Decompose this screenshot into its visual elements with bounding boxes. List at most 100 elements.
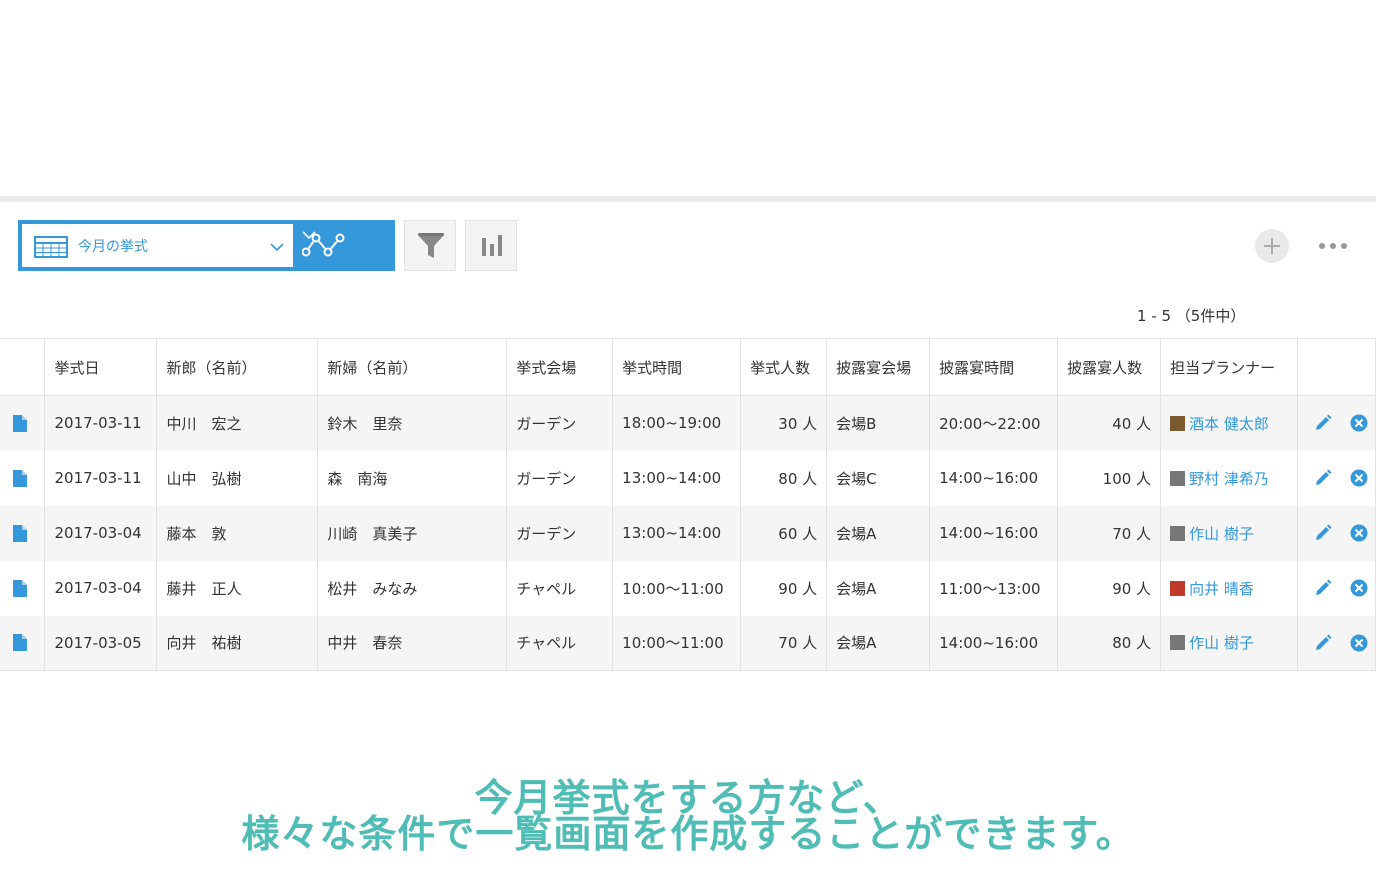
add-record-button[interactable]	[1255, 229, 1289, 263]
delete-icon[interactable]	[1350, 579, 1368, 597]
chevron-down-icon	[302, 231, 316, 240]
avatar	[1170, 580, 1186, 596]
column-header[interactable]: 挙式日	[44, 338, 158, 396]
planner-name[interactable]: 作山 樹子	[1189, 634, 1254, 652]
cell-time: 13:00~14:00	[612, 450, 742, 506]
planner-name[interactable]: 向井 晴香	[1189, 580, 1254, 598]
filter-button[interactable]	[404, 220, 456, 271]
cell-bride: 森 南海	[317, 450, 508, 506]
planner-name[interactable]: 酒本 健太郎	[1189, 415, 1269, 433]
column-header[interactable]: 挙式時間	[612, 338, 742, 396]
cell-groom: 山中 弘樹	[156, 450, 319, 506]
detail-cell[interactable]	[0, 505, 46, 561]
avatar	[1170, 470, 1186, 486]
document-icon[interactable]	[13, 414, 27, 432]
cell-groom: 向井 祐樹	[156, 615, 319, 671]
cell-planner[interactable]: 向井 晴香	[1160, 560, 1299, 616]
records-table: 挙式日 新郎（名前） 新婦（名前） 挙式会場 挙式時間 挙式人数 披露宴会場 披…	[0, 338, 1376, 671]
detail-cell[interactable]	[0, 560, 46, 616]
cell-time: 10:00～11:00	[612, 615, 742, 671]
view-selector[interactable]: 今月の挙式	[18, 220, 294, 271]
row-actions	[1297, 450, 1376, 506]
cell-reception-time: 20:00～22:00	[929, 395, 1059, 451]
column-header[interactable]: 挙式会場	[506, 338, 614, 396]
cell-venue: ガーデン	[506, 395, 614, 451]
column-header[interactable]: 新婦（名前）	[317, 338, 508, 396]
cell-time: 10:00～11:00	[612, 560, 742, 616]
pencil-icon[interactable]	[1314, 634, 1332, 652]
cell-bride: 鈴木 里奈	[317, 395, 508, 451]
pencil-icon[interactable]	[1314, 524, 1332, 542]
top-separator	[0, 196, 1376, 202]
table-icon	[34, 236, 68, 258]
pencil-icon[interactable]	[1314, 469, 1332, 487]
cell-reception-venue: 会場A	[826, 505, 931, 561]
document-icon[interactable]	[13, 469, 27, 487]
cell-time: 18:00~19:00	[612, 395, 742, 451]
cell-bride: 中井 春奈	[317, 615, 508, 671]
row-actions	[1297, 505, 1376, 561]
cell-venue: ガーデン	[506, 450, 614, 506]
cell-groom: 中川 宏之	[156, 395, 319, 451]
planner-name[interactable]: 作山 樹子	[1189, 525, 1254, 543]
cell-reception-venue: 会場A	[826, 560, 931, 616]
column-header[interactable]: 披露宴会場	[826, 338, 931, 396]
view-name: 今月の挙式	[78, 239, 148, 255]
cell-reception-venue: 会場A	[826, 615, 931, 671]
cell-venue: チャペル	[506, 615, 614, 671]
cell-reception-time: 14:00~16:00	[929, 505, 1059, 561]
table-row: 2017-03-05 向井 祐樹 中井 春奈 チャペル 10:00～11:00 …	[0, 615, 1376, 671]
cell-groom: 藤本 敦	[156, 505, 319, 561]
pencil-icon[interactable]	[1314, 579, 1332, 597]
delete-icon[interactable]	[1350, 634, 1368, 652]
cell-planner[interactable]: 作山 樹子	[1160, 615, 1299, 671]
cell-reception-time: 14:00~16:00	[929, 615, 1059, 671]
column-header[interactable]: 新郎（名前）	[156, 338, 319, 396]
document-icon[interactable]	[13, 579, 27, 597]
detail-cell[interactable]	[0, 395, 46, 451]
cell-reception-guests: 40 人	[1057, 395, 1162, 451]
row-actions	[1297, 395, 1376, 451]
table-row: 2017-03-04 藤本 敦 川崎 真美子 ガーデン 13:00~14:00 …	[0, 505, 1376, 561]
cell-reception-guests: 80 人	[1057, 615, 1162, 671]
detail-cell[interactable]	[0, 615, 46, 671]
chevron-down-icon[interactable]	[270, 242, 284, 252]
delete-icon[interactable]	[1350, 469, 1368, 487]
cell-planner[interactable]: 酒本 健太郎	[1160, 395, 1299, 451]
plus-icon	[1264, 238, 1280, 254]
graph-view-button[interactable]	[294, 220, 395, 271]
table-row: 2017-03-04 藤井 正人 松井 みなみ チャペル 10:00～11:00…	[0, 560, 1376, 616]
cell-venue: チャペル	[506, 560, 614, 616]
more-dots-icon[interactable]	[1318, 240, 1348, 252]
cell-date: 2017-03-05	[44, 615, 158, 671]
pencil-icon[interactable]	[1314, 414, 1332, 432]
column-header[interactable]: 挙式人数	[740, 338, 828, 396]
document-icon[interactable]	[13, 524, 27, 542]
cell-bride: 川崎 真美子	[317, 505, 508, 561]
row-actions	[1297, 560, 1376, 616]
table-row: 2017-03-11 山中 弘樹 森 南海 ガーデン 13:00~14:00 8…	[0, 450, 1376, 506]
pagination-info: 1 - 5 （5件中）	[1137, 307, 1246, 325]
document-icon[interactable]	[13, 634, 27, 652]
bar-chart-icon	[482, 235, 502, 256]
cell-reception-guests: 90 人	[1057, 560, 1162, 616]
cell-guests: 80 人	[740, 450, 828, 506]
delete-icon[interactable]	[1350, 414, 1368, 432]
detail-cell[interactable]	[0, 450, 46, 506]
cell-guests: 60 人	[740, 505, 828, 561]
delete-icon[interactable]	[1350, 524, 1368, 542]
column-header[interactable]: 担当プランナー	[1160, 338, 1299, 396]
header-row: 挙式日 新郎（名前） 新婦（名前） 挙式会場 挙式時間 挙式人数 披露宴会場 披…	[0, 338, 1376, 396]
planner-name[interactable]: 野村 津希乃	[1189, 470, 1269, 488]
cell-planner[interactable]: 作山 樹子	[1160, 505, 1299, 561]
column-header[interactable]: 披露宴人数	[1057, 338, 1162, 396]
cell-planner[interactable]: 野村 津希乃	[1160, 450, 1299, 506]
cell-date: 2017-03-11	[44, 395, 158, 451]
column-header[interactable]: 披露宴時間	[929, 338, 1059, 396]
avatar	[1170, 635, 1186, 651]
cell-venue: ガーデン	[506, 505, 614, 561]
cell-guests: 30 人	[740, 395, 828, 451]
header-actions	[1297, 338, 1376, 396]
cell-reception-guests: 70 人	[1057, 505, 1162, 561]
chart-button[interactable]	[465, 220, 517, 271]
